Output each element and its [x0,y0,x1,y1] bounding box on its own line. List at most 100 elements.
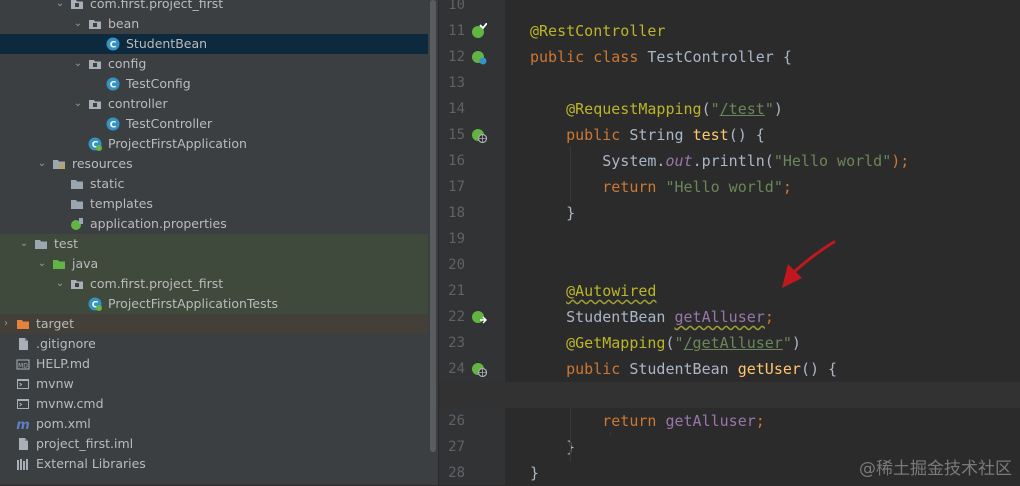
code-token: " [764,100,774,118]
code-line[interactable]: System.out.println("Hello world"); [530,148,909,174]
spring-bean-check-icon[interactable] [471,22,488,39]
tree-item[interactable]: C TestController [0,114,428,134]
tree-item[interactable]: ⌄ java [0,254,428,274]
code-line[interactable]: } [530,200,575,226]
chevron-down-icon[interactable]: ⌄ [36,254,48,274]
chevron-down-icon[interactable]: ⌄ [72,14,84,34]
code-line[interactable]: StudentBean getAlluser; [530,304,774,330]
tree-item-label: .gitignore [36,336,96,351]
tree-item[interactable]: External Libraries [0,454,428,474]
project-tree-scrollbar[interactable] [428,0,438,485]
editor-gutter[interactable]: 10111213141516171819202122232425262728 [439,0,526,485]
tree-item[interactable]: C TestConfig [0,74,428,94]
code-line[interactable]: return getAlluser; [530,408,765,434]
code-line[interactable]: @GetMapping("/getAlluser") [530,330,801,356]
web-endpoint-icon[interactable] [471,361,488,378]
project-tree[interactable]: ⌄ com.first.project_first ⌄ bean C StudentBea… [0,0,438,485]
tree-item[interactable]: mvnw.cmd [0,394,428,414]
tree-item[interactable]: application.properties [0,214,428,234]
indent-guide [570,146,571,202]
libraries-icon [16,457,30,471]
script-file-icon [16,377,30,391]
tree-item-label: ProjectFirstApplicationTests [108,296,279,311]
indent-guide [610,432,611,436]
svg-text:C: C [110,81,117,91]
tree-item-label: com.first.project_first [90,0,224,11]
tree-item[interactable]: › target [0,314,428,334]
chevron-down-icon[interactable]: ⌄ [72,94,84,114]
tree-item[interactable]: MD HELP.md [0,354,428,374]
chevron-right-icon[interactable]: › [0,314,12,334]
code-line[interactable]: } [530,460,539,486]
tree-item[interactable]: C ProjectFirstApplicationTests [0,294,428,314]
code-token: " [674,334,684,352]
line-number: 16 [448,153,465,169]
tree-item-label: config [108,56,147,71]
chevron-down-icon[interactable]: ⌄ [18,234,30,254]
tree-item[interactable]: templates [0,194,428,214]
tree-item[interactable]: mvnw [0,374,428,394]
spring-autowired-icon[interactable] [471,309,487,325]
class-icon: C [106,37,120,51]
tree-item[interactable]: ⌄ config [0,54,428,74]
indent-guide [570,406,571,462]
tree-item[interactable]: ⌄ com.first.project_first [0,0,428,14]
spring-bean-icon[interactable] [471,49,487,65]
code-token: /test [719,100,765,118]
tree-item-label: static [90,176,125,191]
tree-item-label: java [72,256,99,271]
tree-item[interactable]: ⌄ bean [0,14,428,34]
tree-item[interactable]: .gitignore [0,334,428,354]
chevron-down-icon[interactable]: ⌄ [72,54,84,74]
tree-item[interactable]: static [0,174,428,194]
code-line[interactable]: @RequestMapping("/test") [530,96,783,122]
line-number: 21 [448,283,465,299]
line-number: 18 [448,205,465,221]
tree-item[interactable]: C StudentBean [0,34,428,54]
line-number: 23 [448,335,465,351]
line-number: 20 [448,257,465,273]
tree-item[interactable]: C ProjectFirstApplication [0,134,428,154]
web-endpoint-icon[interactable] [471,127,488,144]
code-line[interactable]: @Autowired [530,278,656,304]
code-token: getAlluser [674,308,765,326]
line-number: 12 [448,49,465,65]
chevron-down-icon[interactable]: ⌄ [36,154,48,174]
folder-icon [70,197,84,211]
tree-item[interactable]: ⌄ test [0,234,428,254]
code-line[interactable]: } [530,434,575,460]
svg-text:m: m [16,418,30,431]
code-line[interactable]: public String test() { [530,122,765,148]
code-line[interactable]: public StudentBean getUser() { [530,356,837,382]
chevron-down-icon[interactable]: ⌄ [54,0,66,14]
tree-item-label: target [36,316,75,331]
class-icon: C [106,117,120,131]
folder-icon [70,177,84,191]
properties-file-icon [70,217,84,231]
tree-item[interactable]: ⌄ com.first.project_first [0,274,428,294]
module-file-icon [16,437,30,451]
tree-item[interactable]: m pom.xml [0,414,428,434]
scrollbar-thumb[interactable] [430,0,436,452]
code-token: /getAlluser [683,334,783,352]
code-line[interactable]: @RestController [530,18,665,44]
chevron-down-icon[interactable]: ⌄ [54,274,66,294]
tree-item[interactable]: ⌄ resources [0,154,428,174]
test-source-folder-icon [52,257,66,271]
tree-item-label: ProjectFirstApplication [108,136,247,151]
code-token: StudentBean [530,308,675,326]
line-number: 27 [448,439,465,455]
resources-folder-icon [52,157,66,171]
spring-app-class-icon: C [88,137,102,151]
tree-item-label: TestConfig [126,76,191,91]
code-token: } [530,204,576,222]
tree-item[interactable]: project_first.iml [0,434,428,454]
line-number: 17 [448,179,465,195]
tree-item-label: TestController [126,116,213,131]
excluded-folder-icon [16,317,30,331]
code-line[interactable]: public class TestController { [530,44,792,70]
line-number: 24 [448,361,465,377]
tree-item[interactable]: ⌄ controller [0,94,428,114]
code-token: ( [701,100,711,118]
